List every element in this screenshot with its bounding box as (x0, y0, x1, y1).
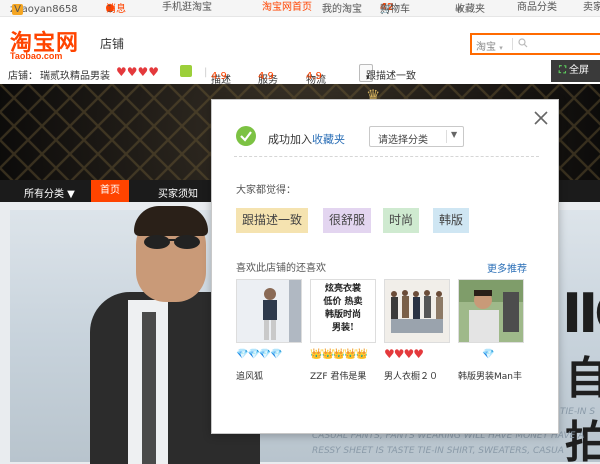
product-thumbnail[interactable] (384, 279, 450, 343)
select-divider (446, 130, 447, 143)
expand-icon: ⛶ (559, 65, 566, 76)
product-image (385, 280, 449, 342)
product-name[interactable]: 男人衣橱２０ (384, 369, 438, 382)
shop-badge-icon (180, 65, 192, 77)
product-ad-line: 炫亮衣裳 (324, 284, 361, 294)
hero-ad-line: RESSY SHEET IS TASTE TIE-IN SHIRT, SWEAT… (312, 446, 564, 456)
taobao-home-link[interactable]: 淘宝网首页 (262, 2, 312, 14)
fullscreen-button[interactable]: ⛶ 全屏 (551, 60, 600, 82)
chevron-down-icon: ▾ (366, 73, 370, 81)
divider: | (204, 67, 208, 78)
tag-button[interactable]: 很舒服 (323, 208, 372, 233)
mobile-taobao-link[interactable]: 手机逛淘宝 (162, 2, 212, 14)
nav-buyer-notice[interactable]: 买家须知 (158, 185, 198, 200)
chevron-down-icon: ▾ (322, 6, 326, 14)
sunglasses-icon (144, 235, 200, 249)
product-rating: 👑👑👑👑👑 (310, 349, 368, 360)
chevron-down-icon: ▾ (393, 6, 398, 14)
seller-center-link[interactable]: 卖家 (583, 2, 600, 14)
categories-link[interactable]: 商品分类 (517, 2, 557, 14)
shop-info-bar: 店铺： 瑞贰玖精品男装 ♥♥♥♥ | 描述 4.9 服务 4.9 物流 4.9 … (0, 63, 600, 86)
shop-prefix: 店铺： (8, 71, 38, 82)
product-image (459, 280, 523, 342)
site-topbar: zhaoyan8658V ✉1消息 手机逛淘宝 淘宝网首页 我的淘宝 ▾ 🛒购物… (0, 0, 600, 17)
close-icon[interactable] (533, 110, 549, 126)
tag-button[interactable]: 跟描述一致 (236, 208, 309, 233)
hero-big-text: IIC (562, 282, 600, 345)
product-image (237, 280, 301, 342)
hero-big-text-2: 自拍 (565, 353, 600, 464)
favorites-link[interactable]: 收藏夹 (312, 133, 345, 146)
product-thumbnail[interactable] (458, 279, 524, 343)
product-name[interactable]: 追风狐 (236, 369, 263, 382)
more-recommendations-link[interactable]: 更多推荐 (487, 260, 527, 275)
search-divider (512, 38, 513, 50)
product-rating: 💎💎💎💎 (236, 349, 283, 360)
product-rating: ♥♥♥♥ (384, 347, 424, 361)
product-thumbnail[interactable] (236, 279, 302, 343)
success-message: 成功加入收藏夹 (268, 133, 345, 146)
vip-badge-icon: V (12, 4, 23, 15)
follow-shop-button[interactable]: 跟描述一致 ▾ (359, 64, 416, 82)
hero-ad-line: TIE-IN S (560, 407, 596, 417)
model-hair (134, 206, 208, 236)
search-type-select[interactable]: 淘宝 ▾ (476, 38, 503, 53)
people-think-label: 大家都觉得： (236, 185, 296, 196)
cart-link[interactable]: 🛒 购物车 42 ▾ (380, 2, 410, 15)
product-rating: 💎 (482, 349, 494, 360)
product-ad-line: 男装! (332, 323, 354, 333)
product-ad-line: 韩版时尚 (324, 310, 361, 320)
nav-all-categories[interactable]: 所有分类 ▼ (24, 185, 75, 200)
product-name[interactable]: 韩版男装Man丰 (458, 369, 522, 382)
search-box[interactable]: 淘宝 ▾ (470, 33, 600, 55)
site-header: 淘宝网 Taobao.com 店铺 淘宝 ▾ (0, 17, 600, 63)
chevron-down-icon: ▾ (499, 44, 503, 52)
nav-home[interactable]: 首页 (91, 180, 129, 202)
taobao-logo-sub: Taobao.com (10, 51, 63, 61)
tag-button[interactable]: 韩版 (433, 208, 470, 233)
product-ad-line: 低价 热卖 (323, 297, 363, 307)
product-thumbnail[interactable]: 炫亮衣裳 低价 热卖 韩版时尚 男装! (310, 279, 376, 343)
model-tie (142, 312, 156, 464)
category-select[interactable]: 请选择分类 ▼ (369, 126, 464, 147)
chevron-down-icon: ▼ (451, 130, 458, 139)
favorite-success-dialog: 成功加入收藏夹 请选择分类 ▼ 大家都觉得： 跟描述一致 很舒服 时尚 韩版 喜… (211, 99, 559, 434)
shop-name[interactable]: 瑞贰玖精品男装 (40, 67, 110, 82)
shop-rating-hearts: ♥♥♥♥ (116, 65, 160, 79)
check-icon (236, 126, 256, 146)
shop-label: 店铺 (100, 37, 125, 51)
search-icon (518, 38, 528, 48)
also-liked-title: 喜欢此店铺的还喜欢 (236, 263, 326, 274)
tag-button[interactable]: 时尚 (383, 208, 420, 233)
chevron-down-icon: ▾ (455, 6, 459, 14)
divider (234, 156, 539, 157)
product-name[interactable]: ZZF 君伟是果 (310, 369, 366, 382)
